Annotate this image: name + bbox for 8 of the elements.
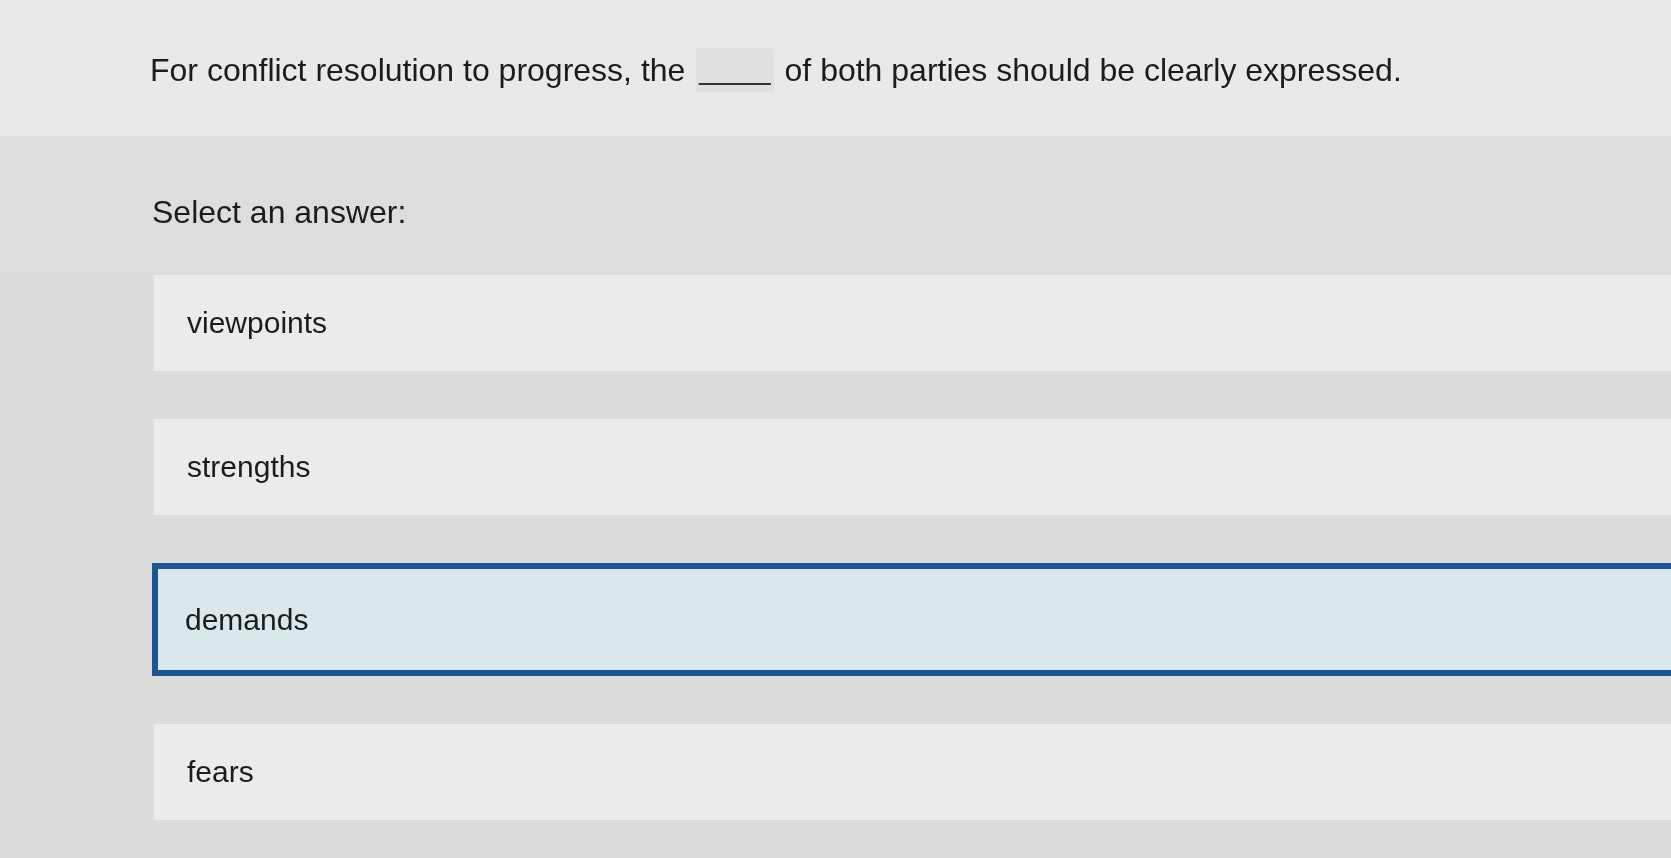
fill-in-blank: ____: [696, 48, 774, 92]
answer-option[interactable]: viewpoints: [154, 275, 1671, 371]
answer-option[interactable]: strengths: [154, 419, 1671, 515]
prompt-text: Select an answer:: [152, 194, 407, 231]
question-text: For conflict resolution to progress, the: [150, 51, 686, 89]
question-text: of both parties should be clearly expressed.: [784, 51, 1402, 89]
answer-option[interactable]: fears: [154, 724, 1671, 820]
answer-option[interactable]: demands: [152, 563, 1671, 676]
